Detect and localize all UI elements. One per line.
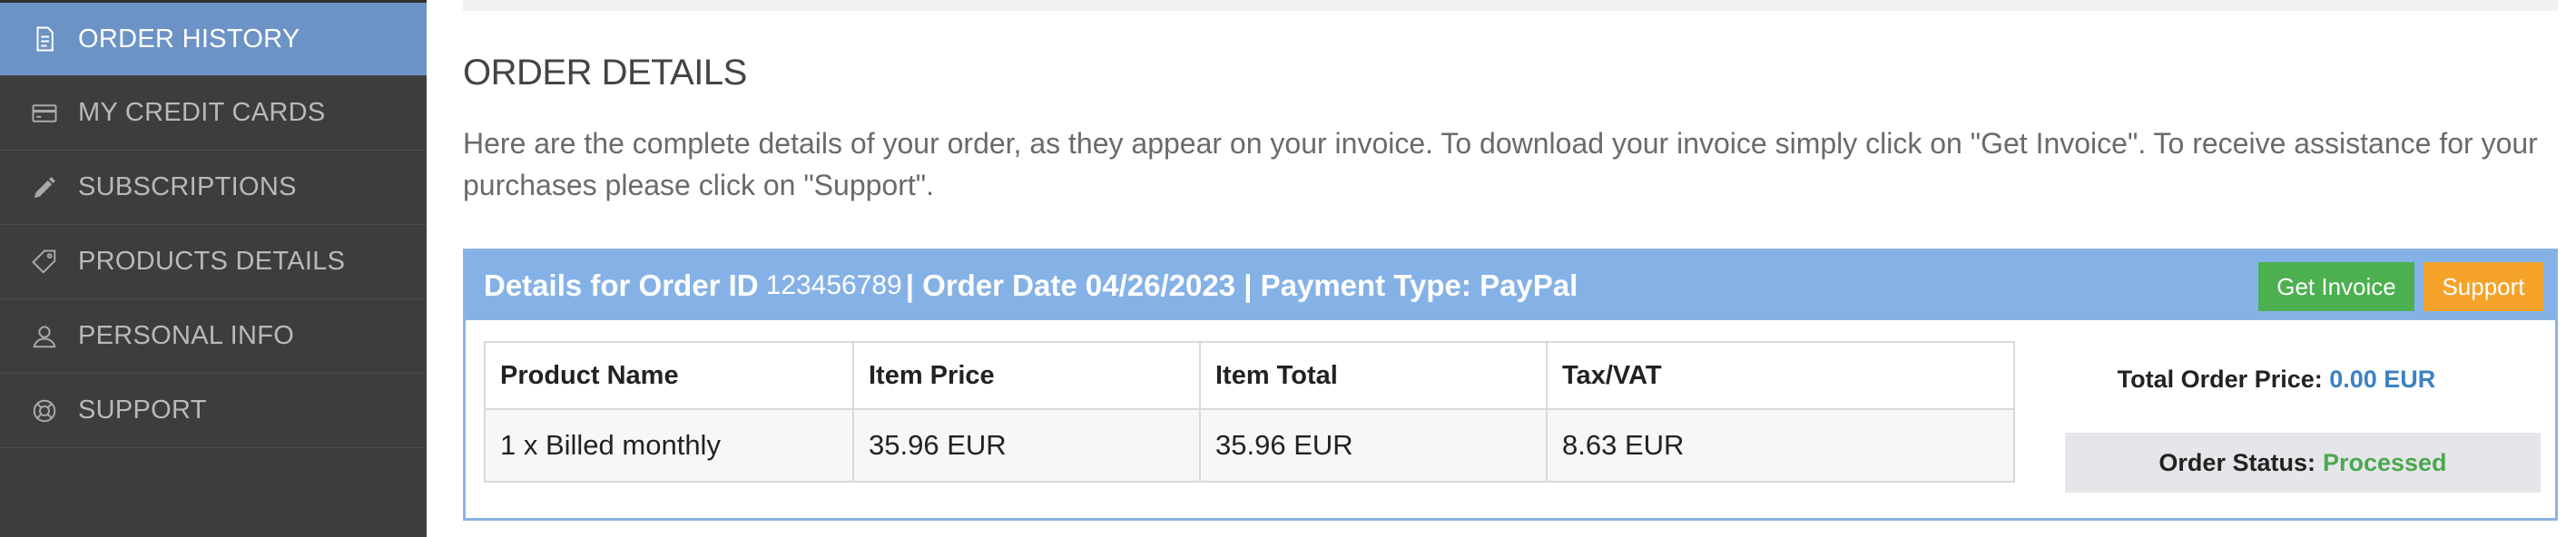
order-header-prefix: Details for Order ID (484, 268, 759, 302)
column-header: Item Price (852, 341, 1201, 410)
get-invoice-button[interactable]: Get Invoice (2258, 262, 2414, 311)
document-icon (29, 24, 60, 54)
sidebar-item-label: PRODUCTS DETAILS (78, 247, 346, 276)
table-row: 1 x Billed monthly 35.96 EUR 35.96 EUR 8… (484, 408, 2015, 483)
sidebar-item-label: SUBSCRIPTIONS (78, 172, 297, 201)
sidebar-item-label: PERSONAL INFO (78, 321, 295, 350)
item-total-cell: 35.96 EUR (1199, 408, 1548, 483)
sidebar-item-label: SUPPORT (78, 395, 207, 425)
tax-cell: 8.63 EUR (1546, 408, 2015, 483)
intro-text: Here are the complete details of your or… (463, 127, 2538, 201)
sidebar-item-subscriptions[interactable]: SUBSCRIPTIONS (0, 151, 427, 225)
column-header: Item Total (1199, 341, 1548, 410)
sidebar-item-my-credit-cards[interactable]: MY CREDIT CARDS (0, 76, 427, 151)
user-icon (29, 321, 60, 352)
order-items-table: Product Name Item Price Item Total Tax/V… (484, 341, 2015, 483)
table-header-row: Product Name Item Price Item Total Tax/V… (484, 341, 2015, 410)
column-header: Product Name (484, 341, 854, 410)
order-status: Order Status: Processed (2065, 433, 2541, 493)
order-details-panel: Details for Order ID 123456789 | Order D… (463, 249, 2558, 521)
total-price-value: 0.00 EUR (2329, 366, 2436, 393)
page-title: ORDER DETAILS (463, 53, 747, 93)
pencil-icon (29, 172, 60, 203)
total-price-label: Total Order Price: (2117, 366, 2323, 393)
support-button[interactable]: Support (2424, 262, 2543, 311)
sidebar: ORDER HISTORY MY CREDIT CARDS SUBSCRIPTI… (0, 0, 427, 537)
sidebar-item-label: MY CREDIT CARDS (78, 98, 326, 127)
sidebar-item-label: ORDER HISTORY (78, 24, 300, 54)
column-header: Tax/VAT (1546, 341, 2015, 410)
sidebar-item-personal-info[interactable]: PERSONAL INFO (0, 299, 427, 374)
sidebar-item-products-details[interactable]: PRODUCTS DETAILS (0, 225, 427, 299)
order-id: 123456789 (765, 270, 902, 300)
product-name-cell: 1 x Billed monthly (484, 408, 854, 483)
order-header-meta: | Order Date 04/26/2023 | Payment Type: … (905, 268, 1578, 302)
order-header: Details for Order ID 123456789 | Order D… (466, 251, 2555, 320)
lifebuoy-icon (29, 395, 60, 426)
credit-card-icon (29, 98, 60, 129)
sidebar-item-support[interactable]: SUPPORT (0, 374, 427, 448)
main-content: ORDER DETAILS Here are the complete deta… (463, 0, 2558, 537)
total-order-price: Total Order Price: 0.00 EUR (2038, 366, 2515, 394)
top-divider (463, 0, 2558, 11)
order-status-value: Processed (2322, 448, 2447, 476)
sidebar-item-order-history[interactable]: ORDER HISTORY (0, 0, 427, 76)
order-status-label: Order Status: (2158, 448, 2315, 476)
item-price-cell: 35.96 EUR (852, 408, 1201, 483)
tag-icon (29, 247, 60, 278)
